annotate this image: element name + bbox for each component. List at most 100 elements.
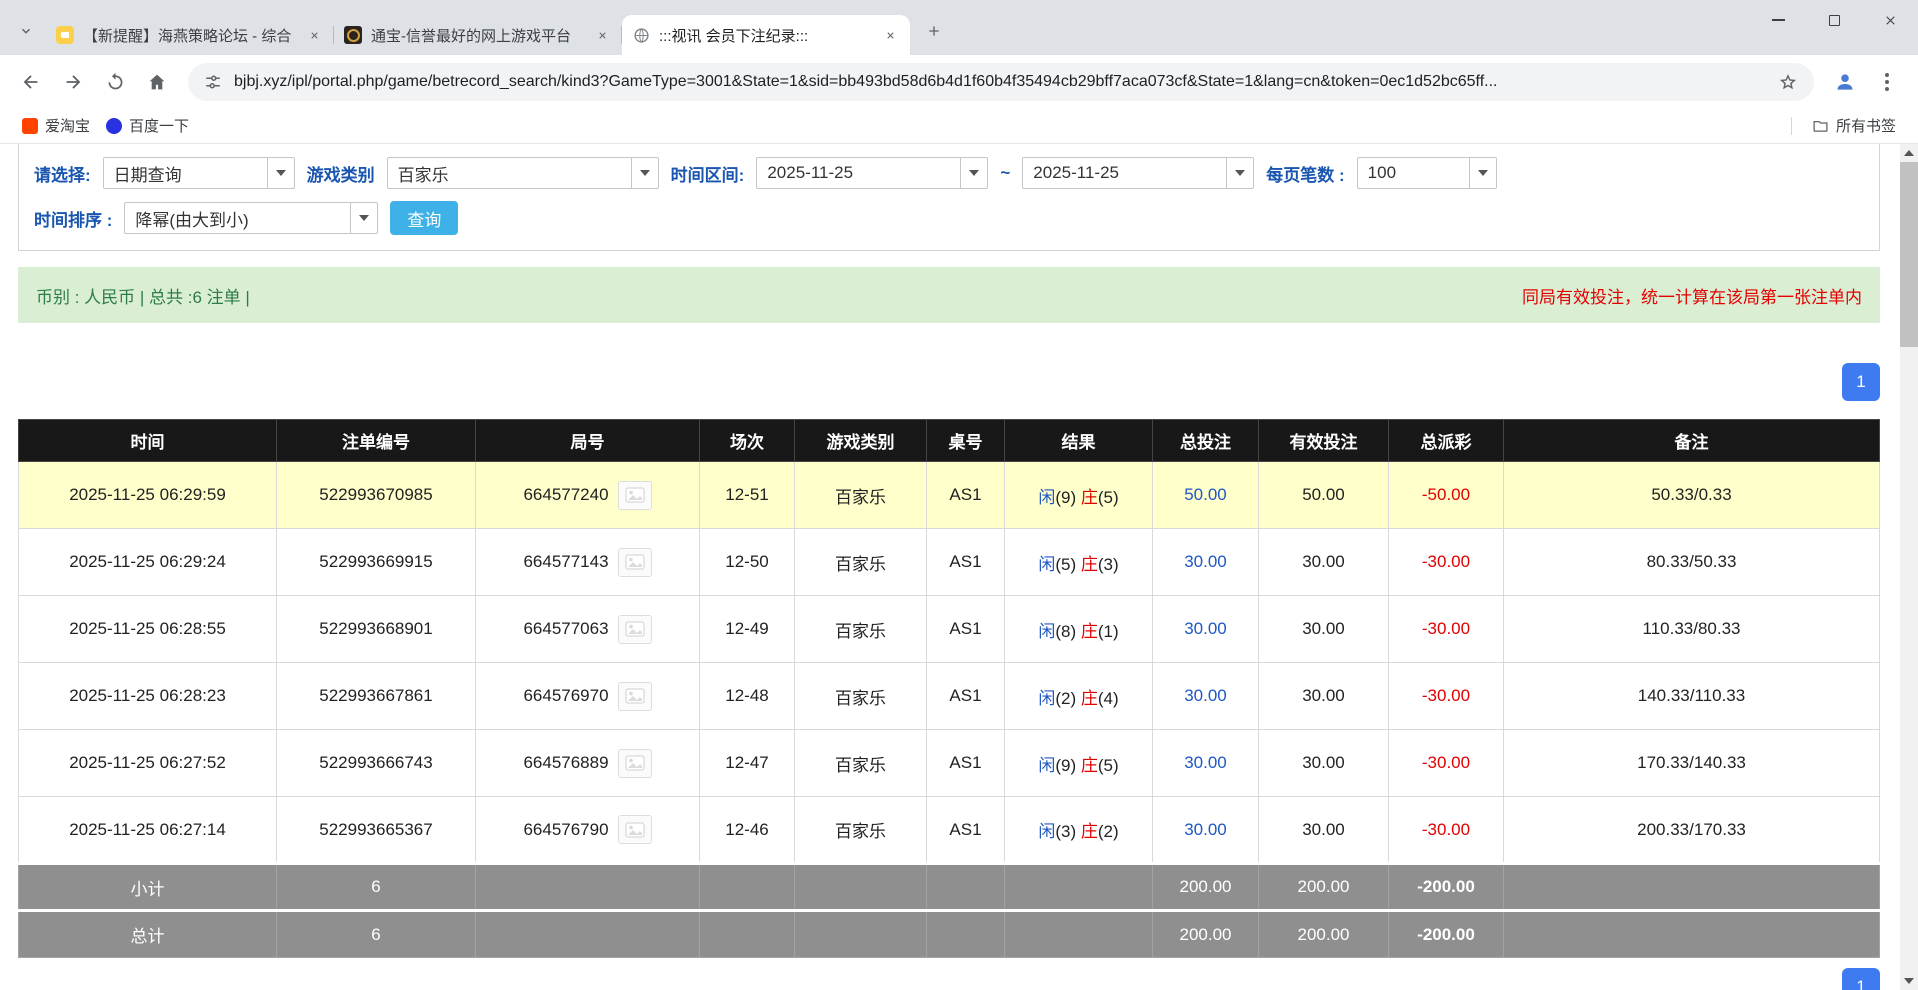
tab-close-icon[interactable]: [592, 25, 612, 45]
cell-total-bet: 30.00: [1153, 596, 1259, 663]
table-row: 2025-11-25 06:28:23 522993667861 6645769…: [19, 663, 1880, 730]
tab-close-icon[interactable]: [880, 25, 900, 45]
search-button[interactable]: 查询: [390, 201, 458, 235]
round-replay-icon[interactable]: [618, 749, 652, 778]
dropdown-arrow-icon[interactable]: [631, 158, 658, 188]
cell-valid-bet: 30.00: [1259, 797, 1389, 864]
browser-menu-button[interactable]: [1868, 63, 1906, 101]
filter-section: 请选择: 日期查询 游戏类别 百家乐 时间区间: 2025-11-25 ~ 20…: [18, 144, 1880, 251]
round-replay-icon[interactable]: [618, 548, 652, 577]
maximize-button[interactable]: [1806, 0, 1862, 40]
round-replay-icon[interactable]: [618, 815, 652, 844]
table-row: 2025-11-25 06:27:14 522993665367 6645767…: [19, 797, 1880, 864]
round-replay-icon[interactable]: [618, 682, 652, 711]
minimize-icon: [1772, 19, 1785, 21]
bookmark-taobao[interactable]: 爱淘宝: [14, 111, 98, 140]
total-bet-link[interactable]: 30.00: [1184, 820, 1227, 839]
result-player-score: (3): [1055, 822, 1076, 841]
result-banker-score: (5): [1098, 756, 1119, 775]
forward-button[interactable]: [54, 63, 92, 101]
bookmark-label: 百度一下: [129, 115, 189, 136]
browser-tab-tongbao[interactable]: 通宝-信誉最好的网上游戏平台: [334, 15, 622, 55]
dropdown-arrow-icon[interactable]: [350, 203, 377, 233]
total-bet-link[interactable]: 30.00: [1184, 753, 1227, 772]
dropdown-arrow-icon[interactable]: [1226, 158, 1253, 188]
cell-table-no: AS1: [927, 529, 1005, 596]
dropdown-arrow-icon[interactable]: [267, 158, 294, 188]
round-number: 664577063: [523, 619, 608, 639]
cell-total-bet: 50.00: [1153, 462, 1259, 529]
cell-remark: 140.33/110.33: [1504, 663, 1880, 730]
reload-icon: [105, 71, 126, 92]
page-scrollbar[interactable]: [1900, 144, 1918, 990]
dropdown-arrow-icon[interactable]: [1469, 158, 1496, 188]
round-replay-icon[interactable]: [618, 481, 652, 510]
total-bet-link[interactable]: 30.00: [1184, 552, 1227, 571]
game-type-select[interactable]: 百家乐: [387, 157, 659, 189]
close-icon: [1884, 14, 1897, 27]
cell-total-bet: 30.00: [1153, 730, 1259, 797]
round-number: 664576970: [523, 686, 608, 706]
date-from-select[interactable]: 2025-11-25: [756, 157, 988, 189]
bookmark-star-button[interactable]: [1778, 72, 1798, 92]
cell-total-bet: 30.00: [1153, 663, 1259, 730]
query-type-select[interactable]: 日期查询: [103, 157, 295, 189]
three-dots-icon: [1885, 73, 1889, 91]
back-button[interactable]: [12, 63, 50, 101]
bookmark-baidu[interactable]: 百度一下: [98, 111, 197, 140]
minimize-button[interactable]: [1750, 0, 1806, 40]
result-banker: 庄: [1081, 555, 1098, 574]
scroll-down-arrow-icon: [1904, 978, 1914, 984]
bookmarks-divider: [1791, 117, 1792, 135]
cell-bet-id: 522993668901: [277, 596, 476, 663]
date-to-select[interactable]: 2025-11-25: [1022, 157, 1254, 189]
cell-table-no: AS1: [927, 596, 1005, 663]
all-bookmarks-button[interactable]: 所有书签: [1804, 111, 1904, 140]
cell-remark: 50.33/0.33: [1504, 462, 1880, 529]
per-page-select[interactable]: 100: [1357, 157, 1497, 189]
cell-game-type: 百家乐: [795, 797, 927, 864]
scrollbar-thumb[interactable]: [1900, 162, 1918, 347]
home-button[interactable]: [138, 63, 176, 101]
result-banker: 庄: [1081, 756, 1098, 775]
dropdown-arrow-icon[interactable]: [960, 158, 987, 188]
cell-session: 12-46: [700, 797, 795, 864]
cell-game-type: 百家乐: [795, 596, 927, 663]
total-bet-link[interactable]: 50.00: [1184, 485, 1227, 504]
col-table-no: 桌号: [927, 420, 1005, 462]
page-1-button[interactable]: 1: [1842, 363, 1880, 401]
subtotal-count: 6: [277, 864, 476, 911]
close-button[interactable]: [1862, 0, 1918, 40]
total-bet-link[interactable]: 30.00: [1184, 686, 1227, 705]
cell-total-bet: 30.00: [1153, 797, 1259, 864]
sort-order-select[interactable]: 降幂(由大到小): [124, 202, 378, 234]
result-player: 闲: [1038, 622, 1055, 641]
scroll-down-button[interactable]: [1900, 972, 1918, 990]
reload-button[interactable]: [96, 63, 134, 101]
page-1-button[interactable]: 1: [1842, 968, 1880, 990]
pagination-bottom: 1: [18, 968, 1880, 990]
result-banker: 庄: [1081, 822, 1098, 841]
tab-close-icon[interactable]: [304, 25, 324, 45]
cell-round: 664576970: [476, 663, 700, 730]
new-tab-button[interactable]: [918, 15, 950, 47]
profile-avatar-icon: [1833, 70, 1857, 94]
profile-button[interactable]: [1826, 63, 1864, 101]
all-bookmarks-label: 所有书签: [1836, 115, 1896, 136]
plus-icon: [926, 23, 942, 39]
tab-search-button[interactable]: [10, 15, 42, 47]
cell-empty: [476, 911, 700, 958]
cell-game-type: 百家乐: [795, 462, 927, 529]
round-replay-icon[interactable]: [618, 615, 652, 644]
total-bet-link[interactable]: 30.00: [1184, 619, 1227, 638]
scroll-up-button[interactable]: [1900, 144, 1918, 162]
chevron-down-icon: [19, 24, 33, 38]
cell-time: 2025-11-25 06:29:59: [19, 462, 277, 529]
table-header-row: 时间 注单编号 局号 场次 游戏类别 桌号 结果 总投注 有效投注 总派彩 备注: [19, 420, 1880, 462]
total-valid-bet: 200.00: [1259, 911, 1389, 958]
browser-tab-forum[interactable]: 【新提醒】海燕策略论坛 - 综合: [46, 15, 334, 55]
address-bar[interactable]: bjbj.xyz/ipl/portal.php/game/betrecord_s…: [188, 63, 1814, 101]
cell-bet-id: 522993669915: [277, 529, 476, 596]
browser-tab-bet-record[interactable]: :::视讯 会员下注纪录:::: [622, 15, 910, 55]
cell-result: 闲(3) 庄(2): [1005, 797, 1153, 864]
